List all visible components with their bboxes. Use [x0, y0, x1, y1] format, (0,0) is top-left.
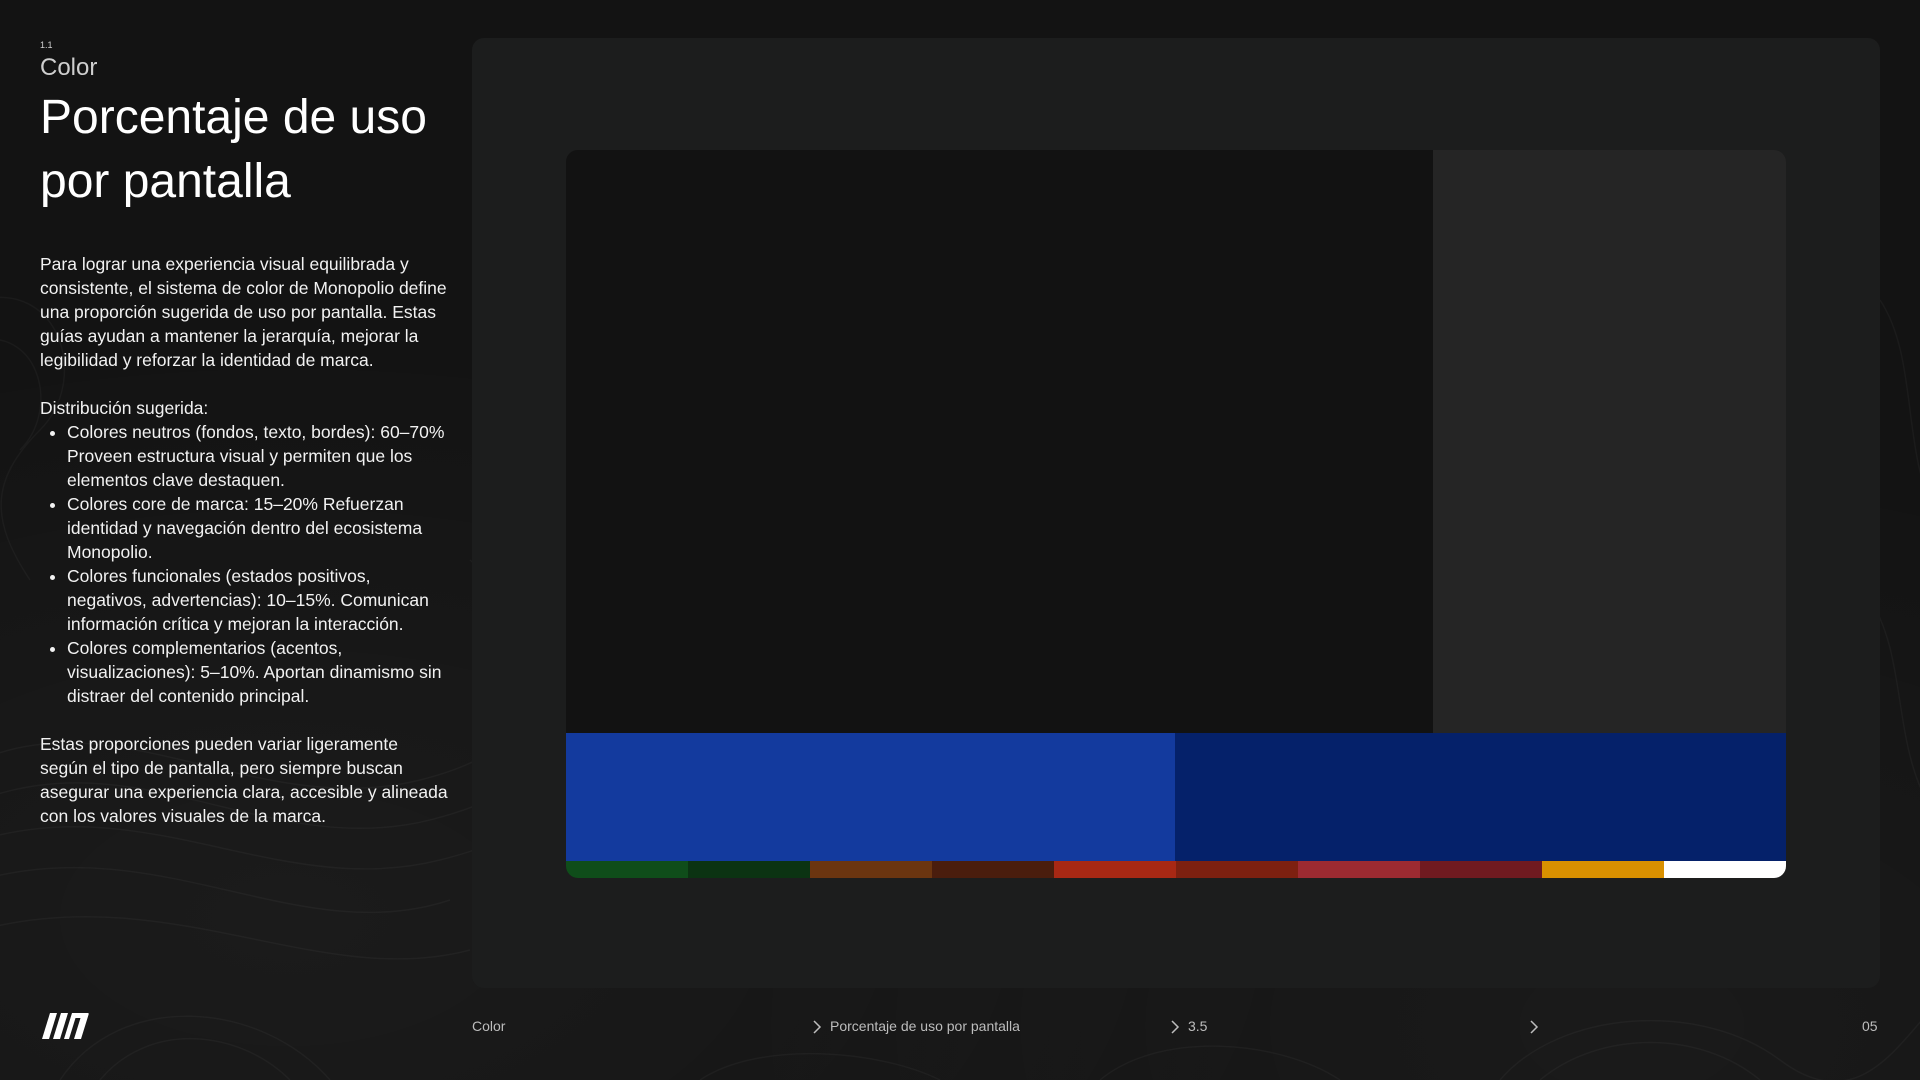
- slide: 1.1 Color Porcentaje de uso por pantalla…: [0, 0, 1920, 1080]
- monopolio-logo-icon: [42, 1013, 89, 1039]
- swatch: [1176, 861, 1298, 878]
- chevron-right-icon: [813, 1020, 822, 1034]
- page-title: Porcentaje de uso por pantalla: [40, 91, 427, 208]
- section-number: 1.1: [40, 40, 53, 50]
- breadcrumb-page[interactable]: Porcentaje de uso por pantalla: [830, 1018, 1020, 1034]
- page-number: 05: [1862, 1018, 1878, 1034]
- swatch: [810, 861, 932, 878]
- swatch: [1420, 861, 1542, 878]
- list-item: Colores complementarios (acentos, visual…: [67, 636, 450, 708]
- chevron-right-icon: [1171, 1020, 1180, 1034]
- list-item: Colores neutros (fondos, texto, bordes):…: [67, 420, 450, 492]
- breadcrumb-next-section[interactable]: 3.5: [1188, 1018, 1207, 1034]
- intro-paragraph: Para lograr una experiencia visual equil…: [40, 254, 447, 370]
- list-item: Colores funcionales (estados positivos, …: [67, 564, 450, 636]
- breadcrumb-section[interactable]: Color: [472, 1018, 505, 1034]
- swatch: [1298, 861, 1420, 878]
- swatch: [566, 861, 688, 878]
- core-dark-area: [1175, 733, 1786, 861]
- neutral-dark-area: [566, 150, 1433, 733]
- closing-paragraph: Estas proporciones pueden variar ligeram…: [40, 734, 448, 826]
- distribution-heading: Distribución sugerida:: [40, 398, 209, 418]
- color-proportion-diagram: [566, 150, 1786, 878]
- swatch: [688, 861, 810, 878]
- distribution-list: Colores neutros (fondos, texto, bordes):…: [40, 420, 450, 708]
- neutral-light-area: [1433, 150, 1786, 733]
- accent-swatch-row: [566, 861, 1786, 878]
- core-primary-area: [566, 733, 1175, 861]
- swatch: [1664, 861, 1786, 878]
- chevron-right-icon[interactable]: [1529, 1020, 1539, 1034]
- list-item: Colores core de marca: 15–20% Refuerzan …: [67, 492, 450, 564]
- swatch: [1054, 861, 1176, 878]
- swatch: [932, 861, 1054, 878]
- swatch: [1542, 861, 1664, 878]
- section-name: Color: [40, 54, 98, 81]
- description: Para lograr una experiencia visual equil…: [40, 252, 450, 852]
